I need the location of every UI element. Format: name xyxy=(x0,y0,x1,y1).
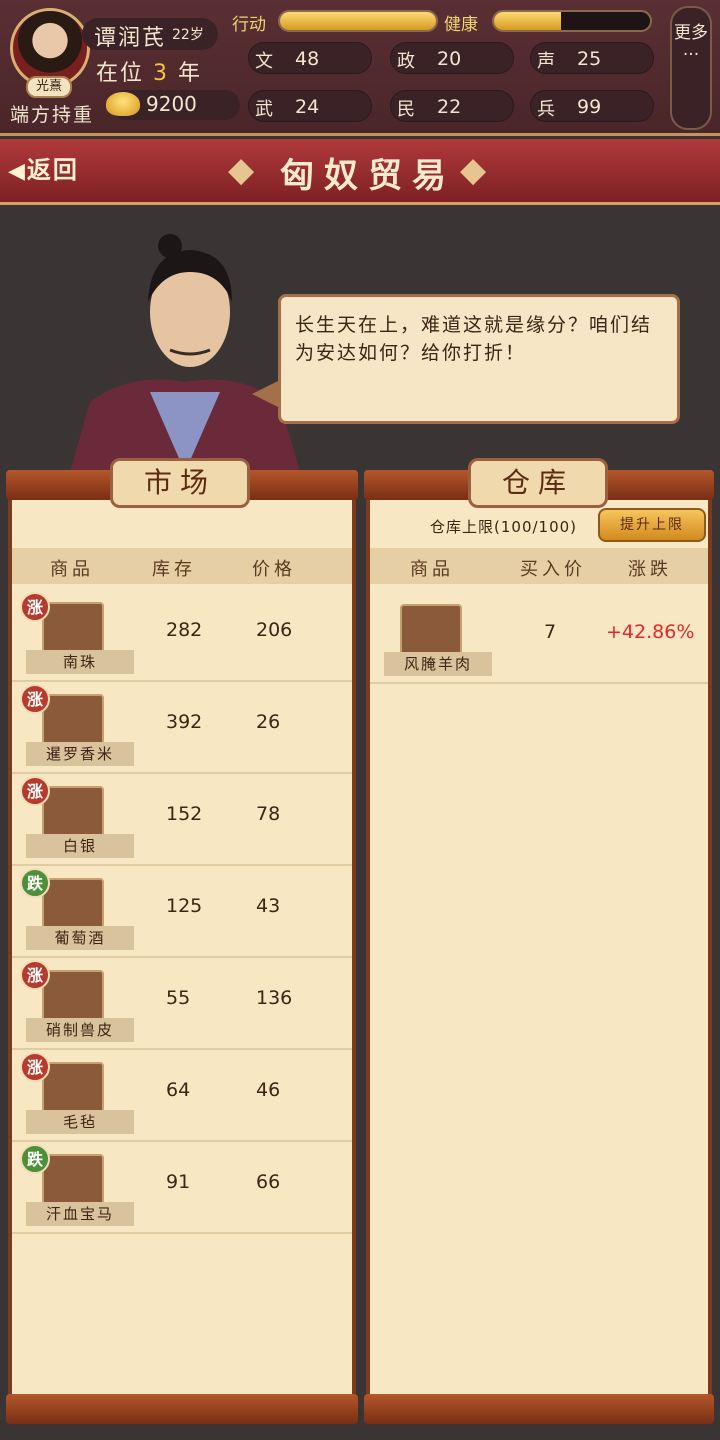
stat-label: 政 xyxy=(397,51,415,72)
stat-value: 24 xyxy=(295,96,320,118)
title-ornament-right-icon: ◆ xyxy=(460,150,487,190)
warehouse-col-buy-price: 买入价 xyxy=(520,559,586,580)
gold-ingot-icon xyxy=(106,92,140,116)
stat-wen[interactable]: 文 48 xyxy=(248,42,372,74)
stat-label: 文 xyxy=(255,51,273,72)
item-stock: 55 xyxy=(166,987,191,1009)
more-button[interactable]: 更多··· xyxy=(670,6,712,130)
item-name: 葡萄酒 xyxy=(26,926,134,950)
player-title: 端方持重 xyxy=(10,104,95,126)
chevron-left-icon: ◀ xyxy=(8,159,27,184)
market-col-price: 价格 xyxy=(252,559,296,580)
trend-badge: 涨 xyxy=(20,684,50,714)
merchant-dialog: 长生天在上，难道这就是缘分？咱们结为安达如何？给你打折！ xyxy=(278,294,680,424)
trend-badge: 跌 xyxy=(20,868,50,898)
warehouse-col-item: 商品 xyxy=(410,559,454,580)
stat-wu[interactable]: 武 24 xyxy=(248,90,372,122)
item-name: 毛毡 xyxy=(26,1110,134,1134)
warehouse-table-header: 商品 买入价 涨跌 xyxy=(370,548,708,584)
warehouse-panel-rail-bottom xyxy=(364,1394,714,1424)
reign-years: 在位 3 年 xyxy=(96,61,203,86)
warehouse-capacity: 仓库上限(100/100) xyxy=(430,518,578,536)
item-name: 风腌羊肉 xyxy=(384,652,492,676)
stat-bing[interactable]: 兵 99 xyxy=(530,90,654,122)
market-row[interactable]: 涨硝制兽皮 55 136 xyxy=(12,960,352,1050)
stat-sheng[interactable]: 声 25 xyxy=(530,42,654,74)
item-price: 136 xyxy=(256,987,293,1009)
item-stock: 282 xyxy=(166,619,203,641)
stat-label: 声 xyxy=(537,51,555,72)
action-bar xyxy=(278,10,438,32)
market-row[interactable]: 涨暹罗香米 392 26 xyxy=(12,684,352,774)
market-table-header: 商品 库存 价格 xyxy=(12,548,352,584)
stat-value: 20 xyxy=(437,48,462,70)
market-row[interactable]: 涨白银 152 78 xyxy=(12,776,352,866)
era-badge: 光熹 xyxy=(26,76,72,98)
warehouse-title: 仓库 xyxy=(468,458,608,508)
health-bar xyxy=(492,10,652,32)
trend-badge: 涨 xyxy=(20,776,50,806)
item-change: +42.86% xyxy=(606,621,695,643)
title-ornament-left-icon: ◆ xyxy=(228,150,255,190)
item-price: 46 xyxy=(256,1079,281,1101)
health-label: 健康 xyxy=(444,15,478,35)
player-age: 22岁 xyxy=(172,27,204,43)
back-label: 返回 xyxy=(26,156,79,184)
stat-value: 25 xyxy=(577,48,602,70)
upgrade-capacity-button[interactable]: 提升上限 xyxy=(598,508,706,542)
item-price: 78 xyxy=(256,803,281,825)
item-name: 南珠 xyxy=(26,650,134,674)
item-stock: 91 xyxy=(166,1171,191,1193)
market-panel-rail-bottom xyxy=(6,1394,358,1424)
item-price: 66 xyxy=(256,1171,281,1193)
market-row[interactable]: 跌汗血宝马 91 66 xyxy=(12,1144,352,1234)
item-name: 硝制兽皮 xyxy=(26,1018,134,1042)
stat-value: 99 xyxy=(577,96,602,118)
stat-zheng[interactable]: 政 20 xyxy=(390,42,514,74)
stat-value: 22 xyxy=(437,96,462,118)
action-bar-fill xyxy=(280,12,436,30)
warehouse-row[interactable]: 风腌羊肉 7 +42.86% xyxy=(370,594,708,684)
action-label: 行动 xyxy=(232,15,266,35)
market-col-stock: 库存 xyxy=(152,559,196,580)
item-stock: 152 xyxy=(166,803,203,825)
item-stock: 125 xyxy=(166,895,203,917)
speech-bubble-tail xyxy=(252,380,280,408)
item-price: 206 xyxy=(256,619,293,641)
market-col-item: 商品 xyxy=(50,559,94,580)
warehouse-col-change: 涨跌 xyxy=(628,559,672,580)
stat-value: 48 xyxy=(295,48,320,70)
item-name: 白银 xyxy=(26,834,134,858)
player-name: 谭润芪 xyxy=(94,26,167,51)
item-stock: 64 xyxy=(166,1079,191,1101)
page-title: 匈奴贸易 xyxy=(280,156,456,196)
item-name: 汗血宝马 xyxy=(26,1202,134,1226)
item-buy-price: 7 xyxy=(544,621,557,643)
market-row[interactable]: 涨毛毡 64 46 xyxy=(12,1052,352,1142)
item-name: 暹罗香米 xyxy=(26,742,134,766)
health-bar-fill xyxy=(494,12,562,30)
market-row[interactable]: 跌葡萄酒 125 43 xyxy=(12,868,352,958)
gold-amount: 9200 xyxy=(146,92,197,116)
trend-badge: 涨 xyxy=(20,1052,50,1082)
market-title: 市场 xyxy=(110,458,250,508)
merchant-portrait xyxy=(70,234,300,472)
trend-badge: 跌 xyxy=(20,1144,50,1174)
trend-badge: 涨 xyxy=(20,592,50,622)
stat-label: 武 xyxy=(255,99,273,120)
trend-badge: 涨 xyxy=(20,960,50,990)
back-button[interactable]: ◀返回 xyxy=(8,150,79,185)
item-price: 43 xyxy=(256,895,281,917)
stat-label: 民 xyxy=(397,99,415,120)
stat-label: 兵 xyxy=(537,99,555,120)
item-stock: 392 xyxy=(166,711,203,733)
item-price: 26 xyxy=(256,711,281,733)
market-row[interactable]: 涨南珠 282 206 xyxy=(12,592,352,682)
stat-min[interactable]: 民 22 xyxy=(390,90,514,122)
